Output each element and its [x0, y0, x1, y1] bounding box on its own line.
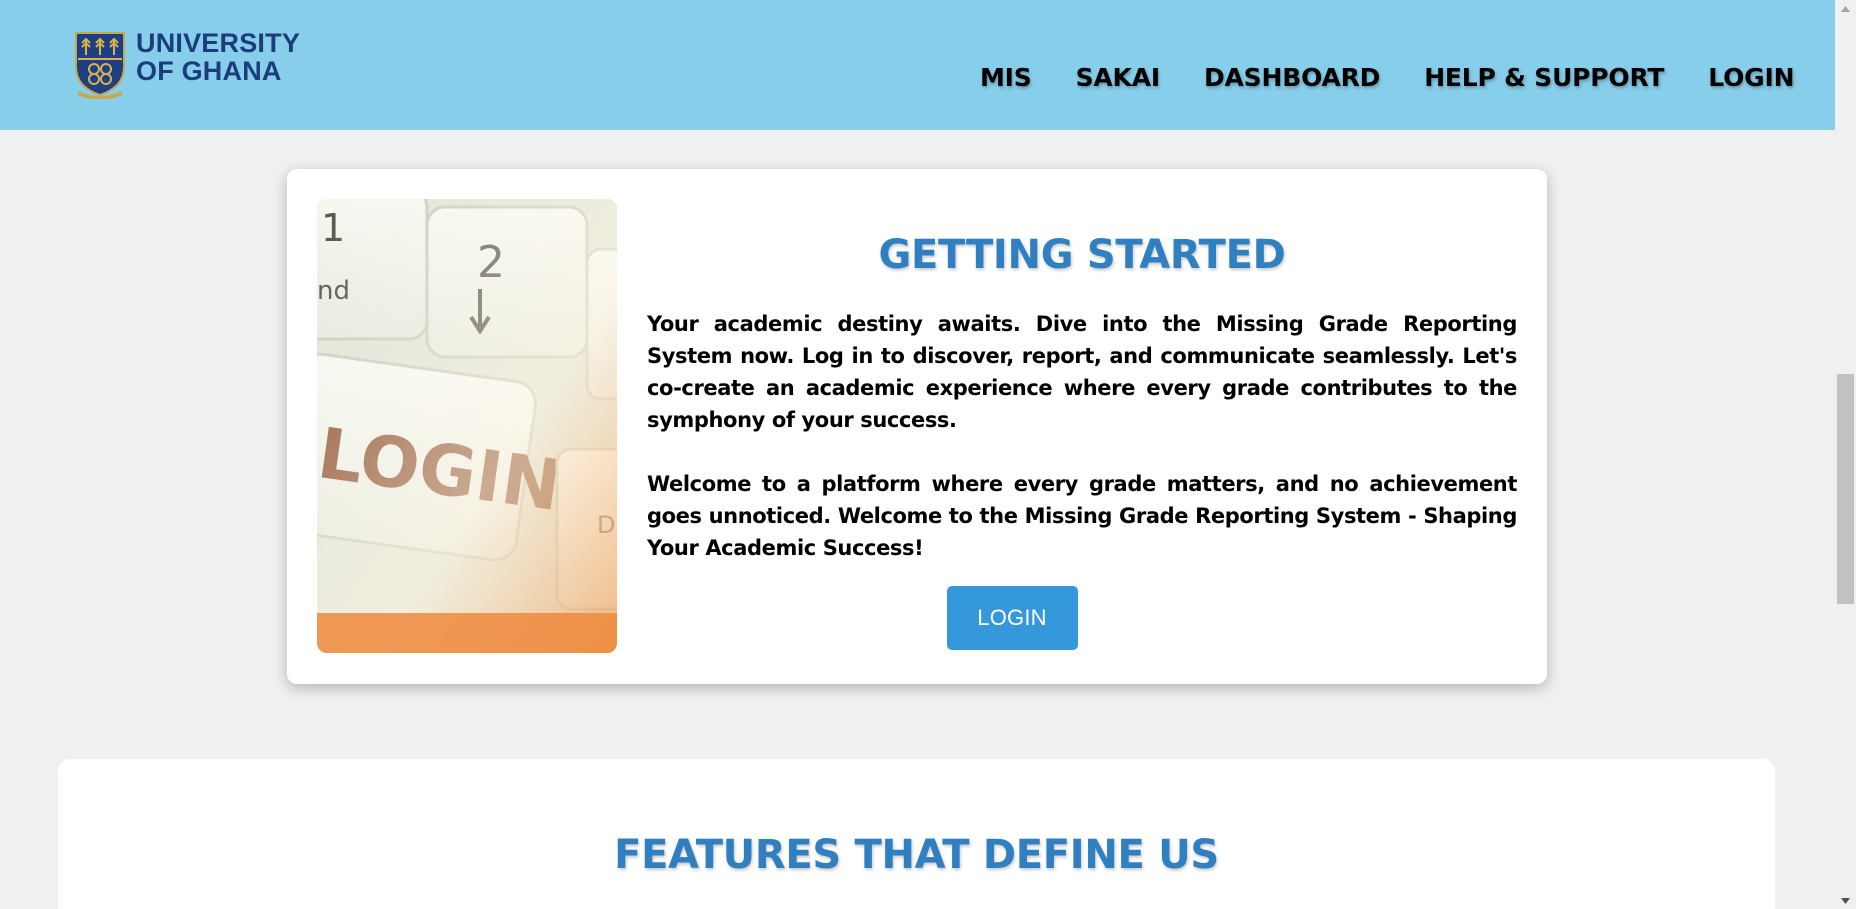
getting-started-content: GETTING STARTED Your academic destiny aw… [647, 199, 1517, 650]
welcome-paragraph: Welcome to a platform where every grade … [647, 472, 1517, 560]
university-name-line2: OF GHANA [136, 56, 282, 86]
nav-item-sakai[interactable]: SAKAI [1076, 58, 1161, 98]
university-crest-icon [75, 32, 125, 99]
scrollbar-thumb[interactable] [1837, 374, 1854, 604]
university-name: UNIVERSITY OF GHANA [136, 29, 300, 85]
features-title: FEATURES THAT DEFINE US [614, 832, 1219, 878]
intro-paragraph: Your academic destiny awaits. Dive into … [647, 312, 1517, 432]
scroll-down-arrow-icon[interactable] [1835, 892, 1856, 909]
page-scrollbar[interactable] [1835, 0, 1856, 909]
nav-item-login[interactable]: LOGIN [1708, 58, 1794, 98]
login-button[interactable]: LOGIN [946, 586, 1078, 650]
keyboard-login-photo: 1 nd 2 LOGIN Da [317, 199, 617, 653]
keyboard-login-illustration: 1 nd 2 LOGIN Da [317, 199, 617, 653]
university-logo[interactable]: UNIVERSITY OF GHANA [72, 29, 300, 99]
getting-started-card: 1 nd 2 LOGIN Da GETTING STARTED Your aca… [287, 169, 1547, 684]
getting-started-title: GETTING STARTED [878, 232, 1286, 278]
features-section: FEATURES THAT DEFINE US [58, 759, 1775, 909]
nav-item-help-support[interactable]: HELP & SUPPORT [1424, 58, 1664, 98]
university-name-line1: UNIVERSITY [136, 28, 301, 58]
site-header: UNIVERSITY OF GHANA MIS SAKAI DASHBOARD … [0, 0, 1835, 130]
main-nav: MIS SAKAI DASHBOARD HELP & SUPPORT LOGIN [980, 58, 1794, 98]
nav-item-mis[interactable]: MIS [980, 58, 1032, 98]
scroll-up-arrow-icon[interactable] [1835, 0, 1856, 17]
nav-item-dashboard[interactable]: DASHBOARD [1204, 58, 1380, 98]
page: UNIVERSITY OF GHANA MIS SAKAI DASHBOARD … [0, 0, 1856, 909]
